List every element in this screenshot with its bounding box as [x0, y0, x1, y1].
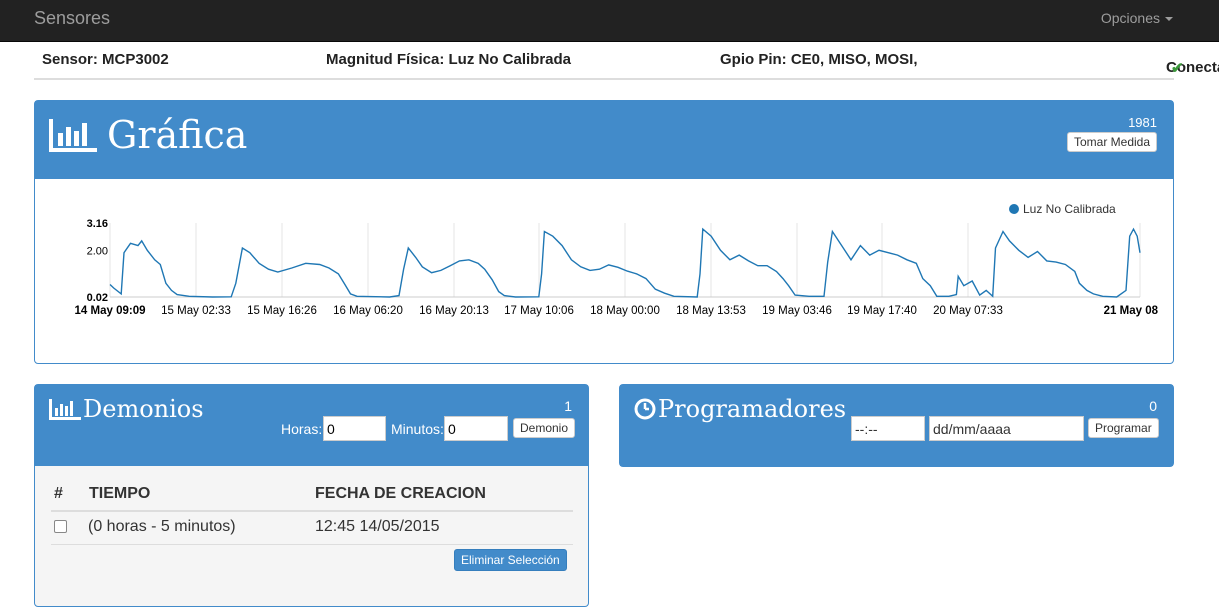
check-icon: ✔: [1171, 60, 1184, 77]
column-header-time: TIEMPO: [89, 485, 151, 502]
sensor-info-bar: Sensor: MCP3002 Magnitud Física: Luz No …: [34, 43, 1219, 80]
daemons-count: 1: [564, 398, 572, 414]
x-tick-label: 21 May 08: [1104, 305, 1159, 317]
chart-title: Gráfica: [49, 113, 247, 157]
measurement-count: 1981: [1128, 115, 1157, 130]
brand-link[interactable]: Sensores: [34, 8, 110, 29]
schedule-button[interactable]: Programar: [1088, 418, 1159, 438]
y-tick-label: 0.02: [87, 292, 108, 304]
x-tick-label: 16 May 20:13: [419, 305, 489, 317]
options-dropdown[interactable]: Opciones: [1101, 10, 1173, 26]
x-tick-label: 18 May 00:00: [590, 305, 660, 317]
row-time: (0 horas - 5 minutos): [88, 518, 236, 535]
y-tick-label: 3.16: [87, 218, 108, 230]
table-header-divider: [51, 510, 573, 512]
caret-down-icon: [1165, 17, 1173, 22]
x-tick-label: 19 May 17:40: [847, 305, 917, 317]
column-header-number: #: [54, 485, 63, 502]
schedulers-panel: Programadores 0 Programar: [619, 384, 1174, 467]
daemons-panel-header: Demonios 1 Horas: Minutos: Demonio: [35, 385, 588, 466]
daemons-title-text: Demonios: [83, 395, 204, 423]
x-tick-label: 18 May 13:53: [676, 305, 746, 317]
date-input[interactable]: [929, 416, 1084, 441]
delete-selection-button[interactable]: Eliminar Selección: [454, 549, 567, 571]
take-measurement-button[interactable]: Tomar Medida: [1066, 132, 1157, 152]
x-tick-label: 20 May 07:33: [933, 305, 1003, 317]
chart-panel: Gráfica 1981 Tomar Medida 0.02 2.00 3.16 14…: [34, 100, 1174, 364]
x-tick-label: 16 May 06:20: [333, 305, 403, 317]
x-tick-label: 17 May 10:06: [504, 305, 574, 317]
daemons-title: Demonios: [49, 395, 204, 423]
legend-marker: [1009, 204, 1019, 214]
options-label: Opciones: [1100, 10, 1160, 26]
clock-icon: [634, 398, 656, 419]
column-header-creation-date: FECHA DE CREACION: [315, 485, 486, 502]
line-chart: 0.02 2.00 3.16 14 May 09:09 15 May 02:33 15 M…: [75, 202, 1159, 317]
chart-panel-header: Gráfica 1981 Tomar Medida: [35, 101, 1173, 179]
minutes-label: Minutos:: [391, 421, 444, 437]
x-tick-label: 15 May 02:33: [161, 305, 231, 317]
minutes-input[interactable]: [444, 416, 508, 441]
table-row-divider: [51, 544, 573, 545]
schedulers-title-text: Programadores: [658, 395, 847, 423]
bar-chart-icon: [49, 398, 81, 420]
x-tick-label: 19 May 03:46: [762, 305, 832, 317]
row-select-checkbox[interactable]: [54, 520, 67, 533]
gpio-pins: Gpio Pin: CE0, MISO, MOSI,: [720, 51, 918, 68]
physical-magnitude: Magnitud Física: Luz No Calibrada: [326, 51, 572, 68]
time-input[interactable]: [851, 416, 925, 441]
schedulers-count: 0: [1149, 398, 1157, 414]
daemons-panel: Demonios 1 Horas: Minutos: Demonio # TIE…: [34, 384, 589, 607]
hours-input[interactable]: [323, 416, 386, 441]
hours-label: Horas:: [281, 421, 323, 437]
schedulers-panel-header: Programadores 0 Programar: [620, 385, 1173, 466]
row-creation-date: 12:45 14/05/2015: [315, 518, 440, 535]
top-navbar: Sensores Opciones: [0, 0, 1219, 42]
schedulers-title: Programadores: [634, 395, 846, 423]
x-tick-label: 15 May 16:26: [247, 305, 317, 317]
chart-title-text: Gráfica: [107, 113, 248, 157]
sensor-name: Sensor: MCP3002: [42, 51, 169, 68]
bar-chart-icon: [49, 118, 97, 152]
x-tick-label: 14 May 09:09: [75, 305, 146, 317]
legend-label: Luz No Calibrada: [1023, 202, 1116, 216]
y-tick-label: 2.00: [87, 245, 108, 257]
create-daemon-button[interactable]: Demonio: [513, 418, 576, 438]
